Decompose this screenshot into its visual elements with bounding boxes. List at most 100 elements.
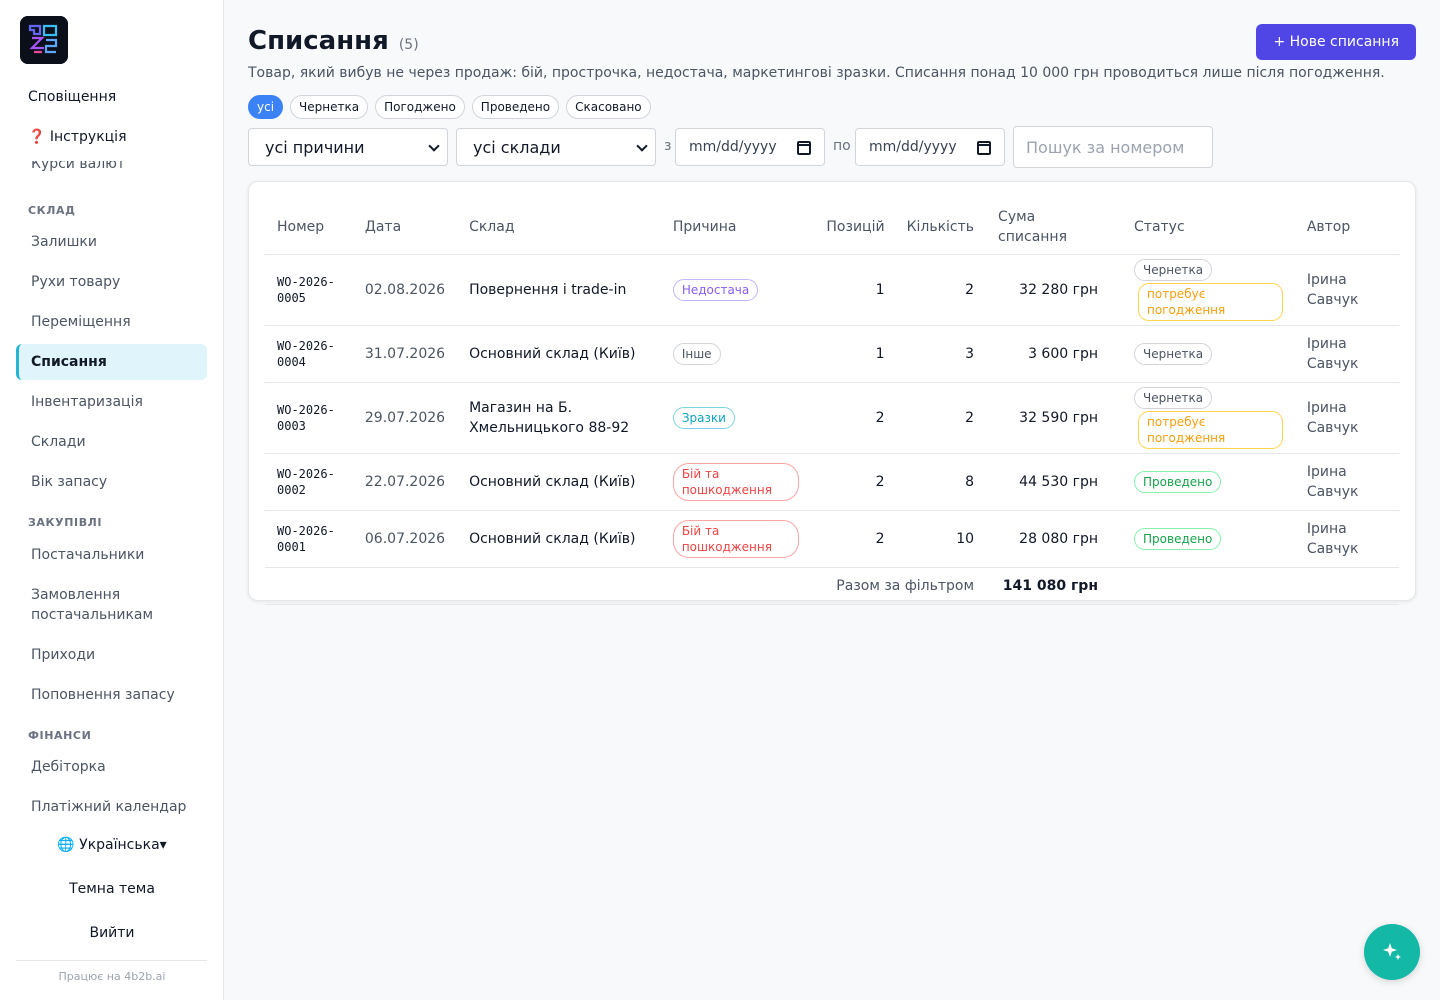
reason-select-value: усі причини <box>265 137 365 157</box>
calendar-icon[interactable] <box>977 141 991 155</box>
notifications-link[interactable]: Сповіщення <box>28 89 116 105</box>
chip-all[interactable]: усі <box>248 95 284 119</box>
col-status[interactable]: Статус <box>1110 200 1295 255</box>
sidebar-item-writeoffs[interactable]: Списання <box>16 344 207 380</box>
new-writeoff-button[interactable]: + Нове списання <box>1256 24 1416 60</box>
status-filter-chips: усі Чернетка Погоджено Проведено Скасова… <box>248 95 651 119</box>
reason-badge: Бій та пошкодження <box>672 462 799 501</box>
dark-theme-toggle[interactable]: Темна тема <box>0 881 224 897</box>
cell-amount: 28 080 грн <box>986 510 1111 568</box>
logo[interactable] <box>20 16 68 64</box>
search-input[interactable] <box>1013 126 1213 168</box>
cell-warehouse: Основний склад (Київ) <box>457 453 661 511</box>
reason-badge: Зразки <box>672 406 735 429</box>
ai-assistant-button[interactable] <box>1364 924 1420 980</box>
total-label: Разом за фільтром <box>265 567 987 605</box>
approval-badge: потребує погодження <box>1138 282 1283 321</box>
total-empty <box>1294 567 1399 605</box>
section-purchasing: ЗАКУПІВЛІ <box>28 516 103 529</box>
cell-status: Чернетка <box>1110 325 1295 383</box>
col-warehouse[interactable]: Склад <box>457 200 661 255</box>
cell-number[interactable]: WO-2026-0002 <box>265 453 353 511</box>
language-selector[interactable]: 🌐 Українська▾ <box>0 837 224 853</box>
cell-quantity: 2 <box>894 254 987 326</box>
cell-author: Ірина Савчук <box>1294 453 1399 511</box>
chip-cancelled[interactable]: Скасовано <box>566 95 651 119</box>
cell-warehouse: Основний склад (Київ) <box>457 325 661 383</box>
col-date[interactable]: Дата <box>352 200 458 255</box>
sidebar-item-movements[interactable]: Рухи товару <box>16 264 207 300</box>
sidebar-item-transfers[interactable]: Переміщення <box>16 304 207 340</box>
col-number[interactable]: Номер <box>265 200 353 255</box>
warehouse-select[interactable]: усі склади <box>456 128 656 166</box>
date-from-label: з <box>664 138 672 154</box>
table-row[interactable]: WO-2026-0003 29.07.2026 Магазин на Б. Хм… <box>265 382 1399 454</box>
reason-select[interactable]: усі причини <box>248 128 448 166</box>
logout-button[interactable]: Вийти <box>0 925 224 941</box>
cell-warehouse: Магазин на Б. Хмельницького 88-92 <box>457 382 661 454</box>
sidebar-item-receipts[interactable]: Приходи <box>16 637 207 673</box>
cell-author: Ірина Савчук <box>1294 510 1399 568</box>
cell-amount: 3 600 грн <box>986 325 1111 383</box>
sidebar-item-purchase-orders[interactable]: Замовлення постачальникам <box>16 581 207 629</box>
cell-quantity: 2 <box>894 382 987 454</box>
cell-number[interactable]: WO-2026-0004 <box>265 325 353 383</box>
total-empty <box>1110 567 1295 605</box>
cell-author: Ірина Савчук <box>1294 382 1399 454</box>
reason-badge: Інше <box>672 342 721 365</box>
cell-number[interactable]: WO-2026-0005 <box>265 254 353 326</box>
col-author[interactable]: Автор <box>1294 200 1399 255</box>
sidebar-item-suppliers[interactable]: Постачальники <box>16 537 207 573</box>
sparkles-icon <box>1383 943 1401 960</box>
table-row[interactable]: WO-2026-0002 22.07.2026 Основний склад (… <box>265 453 1399 511</box>
table-header-row: Номер Дата Склад Причина Позицій Кількіс… <box>265 200 1399 255</box>
date-to-input[interactable]: mm/dd/yyyy <box>855 128 1005 166</box>
status-badge: Чернетка <box>1134 386 1213 409</box>
table-row[interactable]: WO-2026-0005 02.08.2026 Повернення і tra… <box>265 254 1399 326</box>
cell-date: 06.07.2026 <box>352 510 458 568</box>
date-to-label: по <box>833 138 851 154</box>
sidebar-item-stock[interactable]: Залишки <box>16 224 207 260</box>
cell-number[interactable]: WO-2026-0001 <box>265 510 353 568</box>
sidebar-item-stock-age[interactable]: Вік запасу <box>16 464 207 500</box>
cell-date: 31.07.2026 <box>352 325 458 383</box>
sidebar-item-replenishment[interactable]: Поповнення запасу <box>16 677 207 713</box>
status-stack: Чернетка потребує погодження <box>1134 386 1283 449</box>
cell-positions: 1 <box>810 325 895 383</box>
cell-number[interactable]: WO-2026-0003 <box>265 382 353 454</box>
col-quantity[interactable]: Кількість <box>894 200 987 255</box>
table-row[interactable]: WO-2026-0004 31.07.2026 Основний склад (… <box>265 325 1399 383</box>
col-reason[interactable]: Причина <box>660 200 811 255</box>
cell-reason: Зразки <box>660 382 811 454</box>
col-amount[interactable]: Сума списання <box>986 200 1111 255</box>
total-row: Разом за фільтром 141 080 грн <box>265 567 1399 605</box>
table-row[interactable]: WO-2026-0001 06.07.2026 Основний склад (… <box>265 510 1399 568</box>
writeoffs-table-card: Номер Дата Склад Причина Позицій Кількіс… <box>248 181 1416 605</box>
cell-author: Ірина Савчук <box>1294 325 1399 383</box>
calendar-icon[interactable] <box>797 141 811 155</box>
section-finance: ФІНАНСИ <box>28 729 92 742</box>
page-header: Списання (5) <box>248 26 419 56</box>
chip-draft[interactable]: Чернетка <box>290 95 369 119</box>
sidebar-item-receivables[interactable]: Дебіторка <box>16 749 207 785</box>
date-from-value: mm/dd/yyyy <box>689 139 777 155</box>
col-positions[interactable]: Позицій <box>810 200 895 255</box>
sidebar-item-currency[interactable]: Курси валют <box>31 161 125 177</box>
reason-badge: Недостача <box>672 278 759 301</box>
date-from-input[interactable]: mm/dd/yyyy <box>675 128 825 166</box>
cell-reason: Бій та пошкодження <box>660 510 811 568</box>
cell-warehouse: Основний склад (Київ) <box>457 510 661 568</box>
cell-status: Чернетка потребує погодження <box>1110 382 1295 454</box>
cell-positions: 2 <box>810 453 895 511</box>
sidebar-item-inventory[interactable]: Інвентаризація <box>16 384 207 420</box>
cell-positions: 2 <box>810 510 895 568</box>
sidebar-item-warehouses[interactable]: Склади <box>16 424 207 460</box>
chip-approved[interactable]: Погоджено <box>375 95 465 119</box>
cell-date: 22.07.2026 <box>352 453 458 511</box>
cell-status: Чернетка потребує погодження <box>1110 254 1295 326</box>
sidebar-item-payment-calendar[interactable]: Платіжний календар <box>16 789 207 825</box>
instructions-link[interactable]: ❓ Інструкція <box>28 129 127 145</box>
chip-posted[interactable]: Проведено <box>471 95 560 119</box>
cell-amount: 32 280 грн <box>986 254 1111 326</box>
chevron-down-icon <box>636 140 648 152</box>
